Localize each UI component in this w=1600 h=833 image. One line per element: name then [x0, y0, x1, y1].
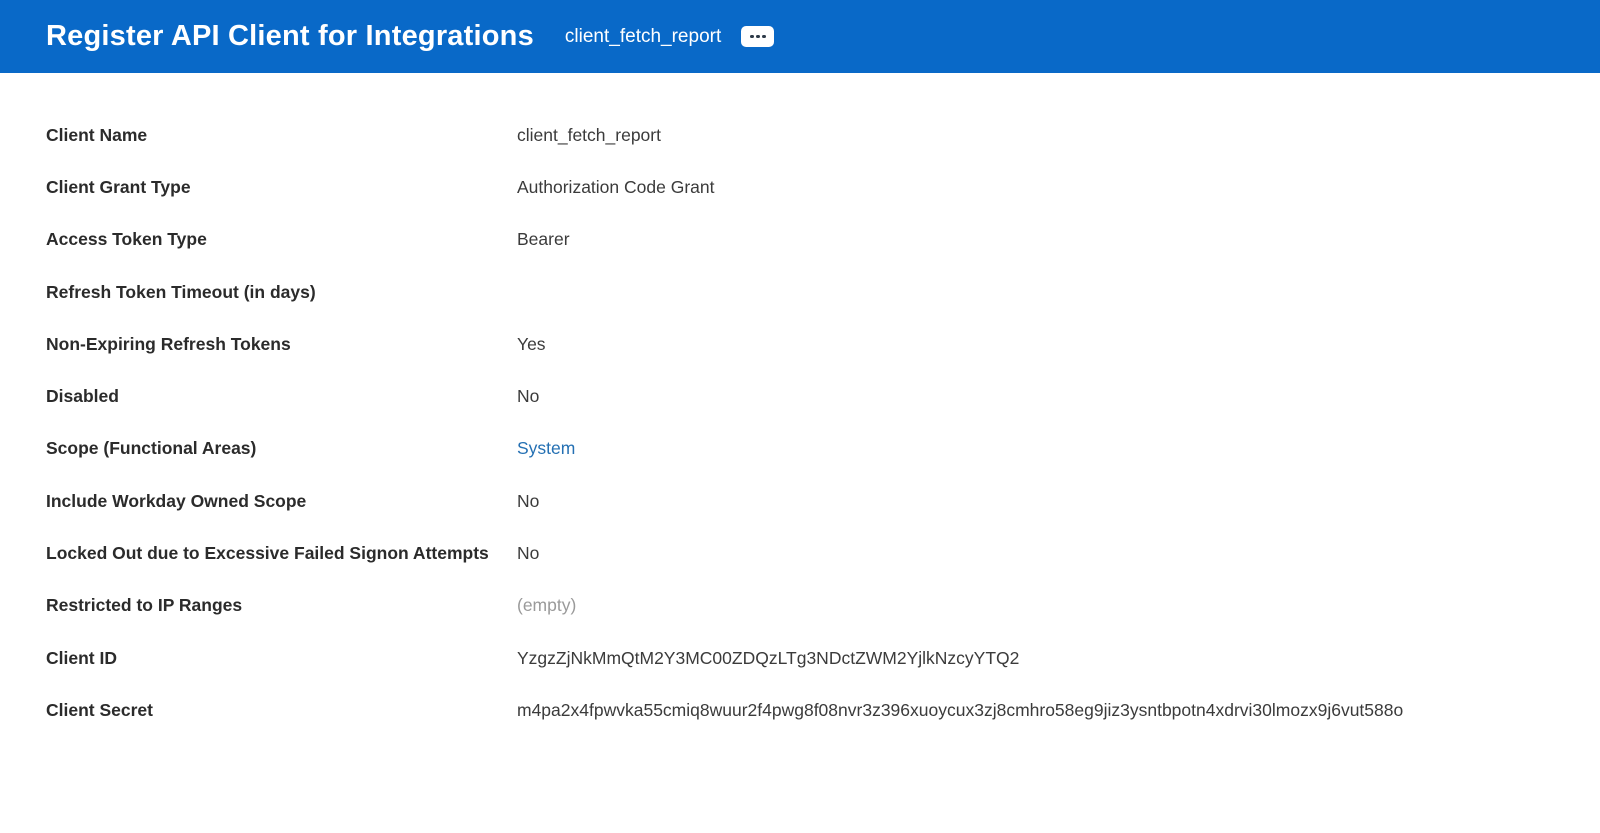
field-row: Client Secret m4pa2x4fpwvka55cmiq8wuur2f… — [46, 684, 1554, 736]
page-title: Register API Client for Integrations — [46, 20, 534, 53]
field-value: No — [517, 543, 539, 564]
field-row: Client ID YzgzZjNkMmQtM2Y3MC00ZDQzLTg3ND… — [46, 632, 1554, 684]
field-row: Client Grant Type Authorization Code Gra… — [46, 161, 1554, 213]
field-row: Scope (Functional Areas) System — [46, 423, 1554, 475]
field-value: Authorization Code Grant — [517, 177, 714, 198]
field-value: YzgzZjNkMmQtM2Y3MC00ZDQzLTg3NDctZWM2Yjlk… — [517, 648, 1019, 669]
empty-value: (empty) — [517, 595, 576, 616]
register-api-client-page: Register API Client for Integrations cli… — [0, 0, 1600, 737]
page-header: Register API Client for Integrations cli… — [0, 0, 1600, 73]
field-label: Client Grant Type — [46, 177, 517, 198]
field-row: Non-Expiring Refresh Tokens Yes — [46, 318, 1554, 370]
field-label: Non-Expiring Refresh Tokens — [46, 334, 517, 355]
field-label: Restricted to IP Ranges — [46, 595, 517, 616]
field-value: client_fetch_report — [517, 125, 661, 146]
field-list: Client Name client_fetch_report Client G… — [0, 73, 1600, 737]
field-value: m4pa2x4fpwvka55cmiq8wuur2f4pwg8f08nvr3z3… — [517, 700, 1403, 721]
field-row: Access Token Type Bearer — [46, 214, 1554, 266]
field-label: Disabled — [46, 386, 517, 407]
field-row: Disabled No — [46, 370, 1554, 422]
scope-system-link[interactable]: System — [517, 438, 575, 459]
field-row: Restricted to IP Ranges (empty) — [46, 580, 1554, 632]
field-row: Locked Out due to Excessive Failed Signo… — [46, 527, 1554, 579]
field-value: No — [517, 491, 539, 512]
field-label: Scope (Functional Areas) — [46, 438, 517, 459]
field-label: Client Secret — [46, 700, 517, 721]
related-actions-button[interactable] — [741, 26, 774, 47]
field-value: Yes — [517, 334, 546, 355]
ellipsis-icon — [750, 35, 766, 39]
page-subtitle: client_fetch_report — [565, 26, 721, 48]
field-label: Client Name — [46, 125, 517, 146]
field-value: Bearer — [517, 229, 570, 250]
field-row: Include Workday Owned Scope No — [46, 475, 1554, 527]
field-label: Client ID — [46, 648, 517, 669]
field-label: Refresh Token Timeout (in days) — [46, 282, 517, 303]
field-value: No — [517, 386, 539, 407]
field-label: Locked Out due to Excessive Failed Signo… — [46, 543, 517, 564]
field-row: Client Name client_fetch_report — [46, 109, 1554, 161]
field-label: Include Workday Owned Scope — [46, 491, 517, 512]
field-row: Refresh Token Timeout (in days) — [46, 266, 1554, 318]
field-label: Access Token Type — [46, 229, 517, 250]
